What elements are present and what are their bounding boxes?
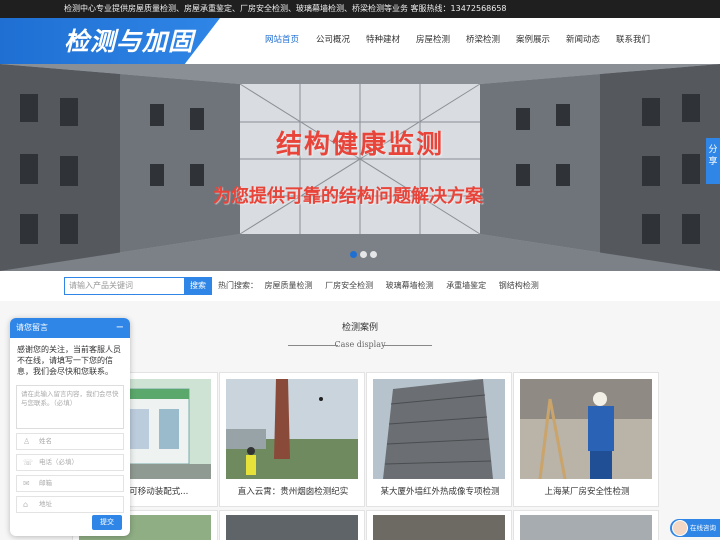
slider-dots <box>350 251 377 258</box>
hero-banner[interactable]: 结构健康监测 为您提供可靠的结构问题解决方案 分享 <box>0 64 720 271</box>
nav-home[interactable]: 网站首页 <box>256 18 308 64</box>
case-caption: 直入云霄：贵州烟囱检测纪实 <box>237 487 349 497</box>
top-message: 检测中心专业提供房屋质量检测、房屋承重鉴定、厂房安全检测、玻璃幕墙检测、桥梁检测… <box>64 4 507 13</box>
slider-dot-3[interactable] <box>370 251 377 258</box>
slider-dot-1[interactable] <box>350 251 357 258</box>
case-image <box>373 379 505 479</box>
search-input[interactable]: 请输入产品关键词 <box>64 277 185 295</box>
case-card[interactable]: 直入云霄：贵州烟囱检测纪实 <box>219 372 365 507</box>
chat-header: 请您留言 − <box>10 318 130 338</box>
hot-keyword[interactable]: 房屋质量检测 <box>265 281 313 290</box>
name-field[interactable]: ♙ 姓名 <box>16 433 124 450</box>
minimize-icon[interactable]: − <box>116 318 124 338</box>
site-logo[interactable]: 检测与加固 <box>64 22 194 58</box>
search-button[interactable]: 搜索 <box>184 277 212 295</box>
main-nav: 网站首页 公司概况 特种建材 房屋检测 桥梁检测 案例展示 新闻动态 联系我们 <box>256 18 658 64</box>
user-icon: ♙ <box>23 437 31 446</box>
hot-keyword[interactable]: 厂房安全检测 <box>325 281 373 290</box>
online-consult-button[interactable]: 在线咨询 <box>670 519 720 537</box>
case-card[interactable]: 某大厦外墙红外热成像专项检测 <box>366 372 512 507</box>
hot-keyword[interactable]: 钢结构检测 <box>499 281 539 290</box>
nav-cases[interactable]: 案例展示 <box>508 18 558 64</box>
case-image <box>226 515 358 540</box>
top-info-bar: 检测中心专业提供房屋质量检测、房屋承重鉴定、厂房安全检测、玻璃幕墙检测、桥梁检测… <box>0 0 720 18</box>
phone-placeholder: 电话（必填） <box>39 458 78 466</box>
agent-avatar <box>672 520 688 536</box>
banner-title: 结构健康监测 <box>275 130 444 160</box>
nav-house-inspection[interactable]: 房屋检测 <box>408 18 458 64</box>
chat-title: 请您留言 <box>16 323 48 332</box>
submit-button[interactable]: 提交 <box>92 515 122 530</box>
header: 检测与加固 网站首页 公司概况 特种建材 房屋检测 桥梁检测 案例展示 新闻动态… <box>0 18 720 64</box>
page: 检测中心专业提供房屋质量检测、房屋承重鉴定、厂房安全检测、玻璃幕墙检测、桥梁检测… <box>0 0 720 540</box>
search-row: 请输入产品关键词 搜索 热门搜索： 房屋质量检测 厂房安全检测 玻璃幕墙检测 承… <box>0 271 720 301</box>
message-textarea[interactable]: 请在此输入留言内容，我们会尽快与您联系。（必填） <box>16 385 124 429</box>
phone-icon: ☏ <box>23 458 34 467</box>
nav-contact[interactable]: 联系我们 <box>608 18 658 64</box>
phone-field[interactable]: ☏ 电话（必填） <box>16 454 124 471</box>
case-card[interactable] <box>366 510 512 540</box>
case-card[interactable] <box>513 510 659 540</box>
share-button[interactable]: 分享 <box>706 138 720 184</box>
address-field[interactable]: ⌂ 地址 <box>16 496 124 513</box>
case-caption: 上海某厂房安全性检测 <box>544 487 630 497</box>
case-image <box>520 379 652 479</box>
case-image <box>226 379 358 479</box>
case-card[interactable]: 上海某厂房安全性检测 <box>513 372 659 507</box>
banner-architecture-image <box>0 64 720 271</box>
case-section-subtitle: Case display <box>288 340 432 349</box>
banner-subtitle: 为您提供可靠的结构问题解决方案 <box>213 186 483 207</box>
hot-search-label: 热门搜索： <box>218 281 258 290</box>
email-field[interactable]: ✉ 邮箱 <box>16 475 124 492</box>
case-image <box>373 515 505 540</box>
case-image <box>520 515 652 540</box>
address-placeholder: 地址 <box>39 500 52 508</box>
nav-bridge-inspection[interactable]: 桥梁检测 <box>458 18 508 64</box>
online-consult-label: 在线咨询 <box>690 524 716 532</box>
nav-news[interactable]: 新闻动态 <box>558 18 608 64</box>
hot-keyword[interactable]: 承重墙鉴定 <box>446 281 486 290</box>
leave-message-widget: 请您留言 − 感谢您的关注，当前客服人员不在线，请填写一下您的信息，我们会尽快和… <box>10 318 130 536</box>
case-card[interactable] <box>219 510 365 540</box>
hot-searches: 热门搜索： 房屋质量检测 厂房安全检测 玻璃幕墙检测 承重墙鉴定 钢结构检测 <box>218 277 549 295</box>
slider-dot-2[interactable] <box>360 251 367 258</box>
name-placeholder: 姓名 <box>39 437 52 445</box>
email-placeholder: 邮箱 <box>39 479 52 487</box>
chat-message: 感谢您的关注，当前客服人员不在线，请填写一下您的信息，我们会尽快和您联系。 <box>17 345 121 376</box>
nav-materials[interactable]: 特种建材 <box>358 18 408 64</box>
mail-icon: ✉ <box>23 479 30 488</box>
location-icon: ⌂ <box>23 500 29 509</box>
nav-about[interactable]: 公司概况 <box>308 18 358 64</box>
hot-keyword[interactable]: 玻璃幕墙检测 <box>386 281 434 290</box>
case-caption: 某大厦外墙红外热成像专项检测 <box>380 487 500 497</box>
